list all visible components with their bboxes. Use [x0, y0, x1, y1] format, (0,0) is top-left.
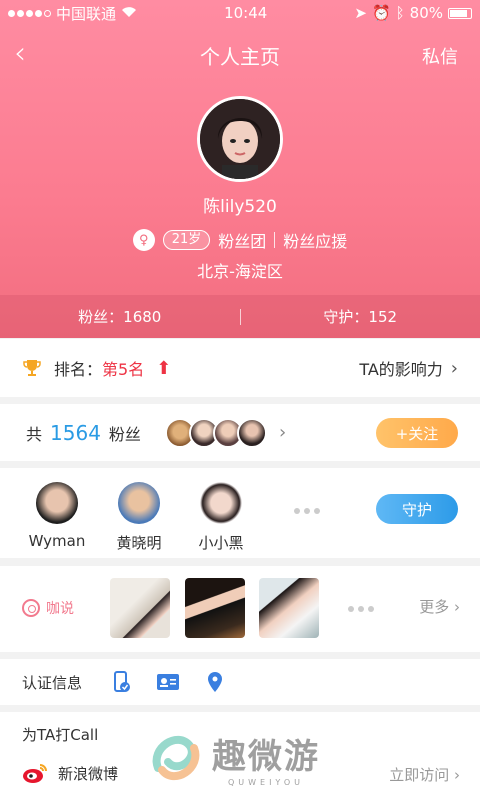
stats-bar: 粉丝：1680 守护：152 [0, 295, 480, 338]
location-arrow-icon: ➤ [354, 4, 367, 22]
talk-icon [22, 599, 40, 617]
follow-button[interactable]: +关注 [376, 418, 458, 448]
influence-link[interactable]: TA的影响力 [359, 356, 442, 380]
avatar [236, 417, 267, 448]
location-label: 北京-海淀区 [197, 262, 283, 281]
guardian-item[interactable]: 黄晓明 [104, 482, 174, 553]
carrier-label: 中国联通 [56, 4, 117, 23]
guardian-name: 黄晓明 [116, 534, 162, 552]
more-label: 更多 [419, 598, 450, 616]
fans-suffix: 粉丝 [108, 424, 141, 444]
profile-header: 中国联通 10:44 ➤ ⏰ ᛒ 80% ‹ 个人主页 私信 陈lily520 … [0, 0, 480, 338]
watermark-logo-icon [152, 736, 200, 780]
watermark-subtext: QUWEIYOU [227, 778, 305, 787]
fan-avatars [164, 417, 267, 448]
guardian-item[interactable]: Wyman [22, 482, 92, 550]
rank-value: 第5名 [102, 360, 145, 379]
guardian-item[interactable]: 小小黑 [186, 482, 256, 553]
post-thumbnail[interactable] [110, 578, 170, 638]
bluetooth-icon: ᛒ [395, 4, 405, 22]
visit-label: 立即访问 [389, 766, 450, 784]
fans-total: 1564 [50, 420, 101, 445]
signal-icon [8, 9, 51, 17]
rank-label: 排名： [54, 360, 103, 379]
more-dots-icon [294, 508, 320, 514]
posts-label[interactable]: 咖说 [22, 598, 74, 618]
fans-count[interactable]: 粉丝：1680 [0, 306, 240, 327]
watermark-text: 趣微游 [212, 737, 320, 777]
profile-tags: ♀ 21岁 粉丝团 粉丝应援 [0, 228, 480, 252]
fans-row[interactable]: 共 1564 粉丝 › +关注 [0, 404, 480, 461]
fan-group-link[interactable]: 粉丝团 [218, 228, 266, 252]
private-message-button[interactable]: 私信 [422, 43, 458, 69]
avatar [118, 482, 160, 524]
wifi-icon [121, 4, 137, 22]
divider [274, 232, 276, 248]
posts-row: 咖说 更多 › [0, 566, 480, 652]
verification-label: 认证信息 [22, 673, 83, 692]
arrow-up-icon: ⬆ [156, 357, 172, 379]
gender-female-icon: ♀ [132, 229, 155, 251]
post-thumbnail[interactable] [185, 578, 245, 638]
avatar[interactable] [197, 96, 283, 182]
avatar [36, 482, 78, 524]
age-badge: 21岁 [162, 230, 211, 250]
trophy-icon [23, 360, 41, 376]
guard-button[interactable]: 守护 [376, 494, 458, 524]
guardians-row: Wyman 黄晓明 小小黑 守护 [0, 468, 480, 558]
battery-percent: 80% [409, 4, 443, 22]
weibo-label: 新浪微博 [58, 764, 119, 783]
fans-prefix: 共 [26, 424, 43, 444]
alarm-icon: ⏰ [371, 4, 391, 22]
status-bar: 中国联通 10:44 ➤ ⏰ ᛒ 80% [0, 0, 480, 26]
id-card-icon [157, 674, 180, 690]
weibo-icon [23, 764, 47, 783]
avatar [200, 482, 242, 524]
post-thumbnail[interactable] [259, 578, 319, 638]
phone-verified-icon [114, 671, 131, 692]
chevron-right-icon: › [450, 357, 458, 379]
battery-icon [448, 7, 472, 19]
fan-support-link[interactable]: 粉丝应援 [283, 228, 347, 252]
location-pin-icon [208, 672, 223, 692]
page-title: 个人主页 [200, 45, 280, 69]
weibo-row[interactable]: 新浪微博 [22, 762, 118, 784]
guardian-name: 小小黑 [198, 534, 244, 552]
visit-link[interactable]: 立即访问 › [389, 764, 460, 785]
verification-row: 认证信息 [0, 659, 480, 705]
guardian-name: Wyman [28, 532, 86, 550]
posts-label-text: 咖说 [46, 601, 74, 617]
more-dots-icon [348, 606, 374, 612]
username: 陈lily520 [203, 197, 277, 217]
guard-count[interactable]: 守护：152 [241, 306, 480, 327]
nav-bar: ‹ 个人主页 私信 [0, 30, 480, 78]
call-title: 为TA打Call [22, 726, 99, 744]
watermark: 趣微游 QUWEIYOU [148, 728, 320, 788]
more-posts-link[interactable]: 更多 › [419, 596, 460, 617]
chevron-right-icon: › [278, 422, 287, 443]
clock-label: 10:44 [224, 4, 268, 22]
rank-row[interactable]: 排名： 第5名 ⬆ TA的影响力 › [0, 339, 480, 397]
